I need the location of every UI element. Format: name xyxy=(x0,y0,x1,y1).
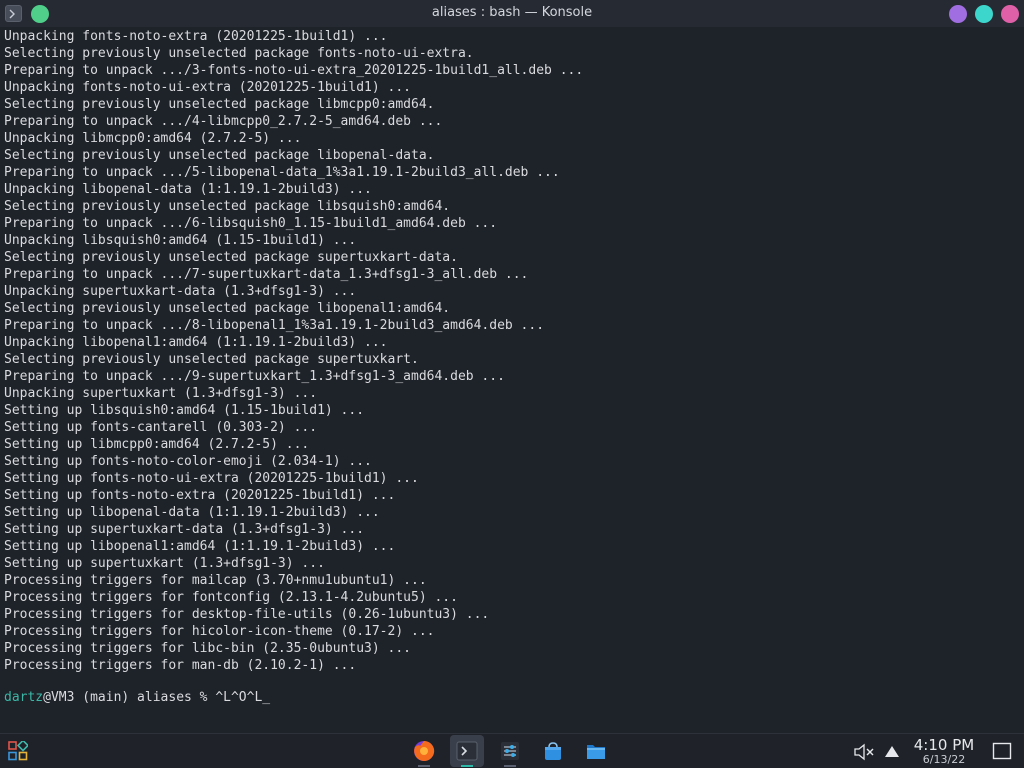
terminal-line: Setting up fonts-noto-ui-extra (20201225… xyxy=(4,471,419,486)
prompt-host-path: @VM3 (main) aliases % xyxy=(43,690,216,705)
terminal-line: Unpacking supertuxkart-data (1.3+dfsg1-3… xyxy=(4,284,357,299)
terminal-line: Setting up libopenal-data (1:1.19.1-2bui… xyxy=(4,505,380,520)
window-titlebar: aliases : bash — Konsole xyxy=(0,0,1024,27)
terminal-line: Setting up fonts-cantarell (0.303-2) ... xyxy=(4,420,318,435)
terminal-line: Setting up supertuxkart-data (1.3+dfsg1-… xyxy=(4,522,365,537)
terminal-line: Selecting previously unselected package … xyxy=(4,46,474,61)
terminal-line: Unpacking fonts-noto-ui-extra (20201225-… xyxy=(4,80,411,95)
terminal-output: Unpacking fonts-noto-extra (20201225-1bu… xyxy=(4,28,583,674)
text-cursor: _ xyxy=(262,690,271,705)
terminal-line: Preparing to unpack .../7-supertuxkart-d… xyxy=(4,267,529,282)
terminal-line: Processing triggers for mailcap (3.70+nm… xyxy=(4,573,427,588)
terminal-line: Preparing to unpack .../6-libsquish0_1.1… xyxy=(4,216,498,231)
show-desktop-icon[interactable] xyxy=(992,742,1012,764)
terminal-line: Preparing to unpack .../9-supertuxkart_1… xyxy=(4,369,505,384)
terminal-line: Selecting previously unselected package … xyxy=(4,352,419,367)
terminal-line: Preparing to unpack .../5-libopenal-data… xyxy=(4,165,560,180)
terminal-line: Processing triggers for hicolor-icon-the… xyxy=(4,624,435,639)
terminal-line: Selecting previously unselected package … xyxy=(4,301,451,316)
terminal-line: Unpacking supertuxkart (1.3+dfsg1-3) ... xyxy=(4,386,318,401)
task-indicator xyxy=(418,765,430,767)
terminal-line: Setting up fonts-noto-color-emoji (2.034… xyxy=(4,454,372,469)
terminal-line: Unpacking libmcpp0:amd64 (2.7.2-5) ... xyxy=(4,131,302,146)
discover-store-icon[interactable] xyxy=(536,735,570,767)
close-button[interactable] xyxy=(1001,5,1019,23)
terminal-line: Selecting previously unselected package … xyxy=(4,250,458,265)
terminal-line: Processing triggers for libc-bin (2.35-0… xyxy=(4,641,411,656)
terminal-line: Unpacking libopenal-data (1:1.19.1-2buil… xyxy=(4,182,372,197)
terminal-line: Preparing to unpack .../8-libopenal1_1%3… xyxy=(4,318,545,333)
clock-time[interactable]: 4:10 PM xyxy=(908,737,980,754)
konsole-icon[interactable] xyxy=(450,735,484,767)
terminal-line: Selecting previously unselected package … xyxy=(4,199,451,214)
terminal-line: Setting up libsquish0:amd64 (1.15-1build… xyxy=(4,403,365,418)
terminal-prompt-line[interactable]: dartz@VM3 (main) aliases % ^L^O^L_ xyxy=(4,689,270,706)
terminal-line: Processing triggers for man-db (2.10.2-1… xyxy=(4,658,357,673)
arrow-up-icon[interactable] xyxy=(884,744,900,763)
clock-date[interactable]: 6/13/22 xyxy=(908,754,980,766)
firefox-icon[interactable] xyxy=(407,735,441,767)
task-indicator-active xyxy=(461,765,473,767)
terminal-line: Setting up supertuxkart (1.3+dfsg1-3) ..… xyxy=(4,556,325,571)
app-grid-icon[interactable] xyxy=(1,735,35,767)
terminal-line: Selecting previously unselected package … xyxy=(4,148,435,163)
terminal-line: Setting up libmcpp0:amd64 (2.7.2-5) ... xyxy=(4,437,310,452)
prompt-input[interactable]: ^L^O^L xyxy=(215,690,262,705)
dolphin-folder-icon[interactable] xyxy=(579,735,613,767)
maximize-button[interactable] xyxy=(975,5,993,23)
volume-muted-icon[interactable] xyxy=(853,743,875,765)
taskbar: 4:10 PM 6/13/22 xyxy=(0,733,1024,768)
task-indicator xyxy=(504,765,516,767)
terminal-line: Preparing to unpack .../3-fonts-noto-ui-… xyxy=(4,63,584,78)
window-title: aliases : bash — Konsole xyxy=(431,5,593,20)
terminal-line: Processing triggers for fontconfig (2.13… xyxy=(4,590,458,605)
terminal-line: Unpacking libopenal1:amd64 (1:1.19.1-2bu… xyxy=(4,335,388,350)
terminal-line: Setting up fonts-noto-extra (20201225-1b… xyxy=(4,488,396,503)
terminal-line: Processing triggers for desktop-file-uti… xyxy=(4,607,490,622)
terminal-line: Preparing to unpack .../4-libmcpp0_2.7.2… xyxy=(4,114,443,129)
prompt-user: dartz xyxy=(4,690,44,705)
minimize-button[interactable] xyxy=(949,5,967,23)
system-settings-icon[interactable] xyxy=(493,735,527,767)
terminal-view[interactable]: Unpacking fonts-noto-extra (20201225-1bu… xyxy=(0,27,1024,733)
terminal-line: Selecting previously unselected package … xyxy=(4,97,435,112)
terminal-line: Unpacking fonts-noto-extra (20201225-1bu… xyxy=(4,29,388,44)
terminal-line: Unpacking libsquish0:amd64 (1.15-1build1… xyxy=(4,233,357,248)
terminal-line: Setting up libopenal1:amd64 (1:1.19.1-2b… xyxy=(4,539,396,554)
